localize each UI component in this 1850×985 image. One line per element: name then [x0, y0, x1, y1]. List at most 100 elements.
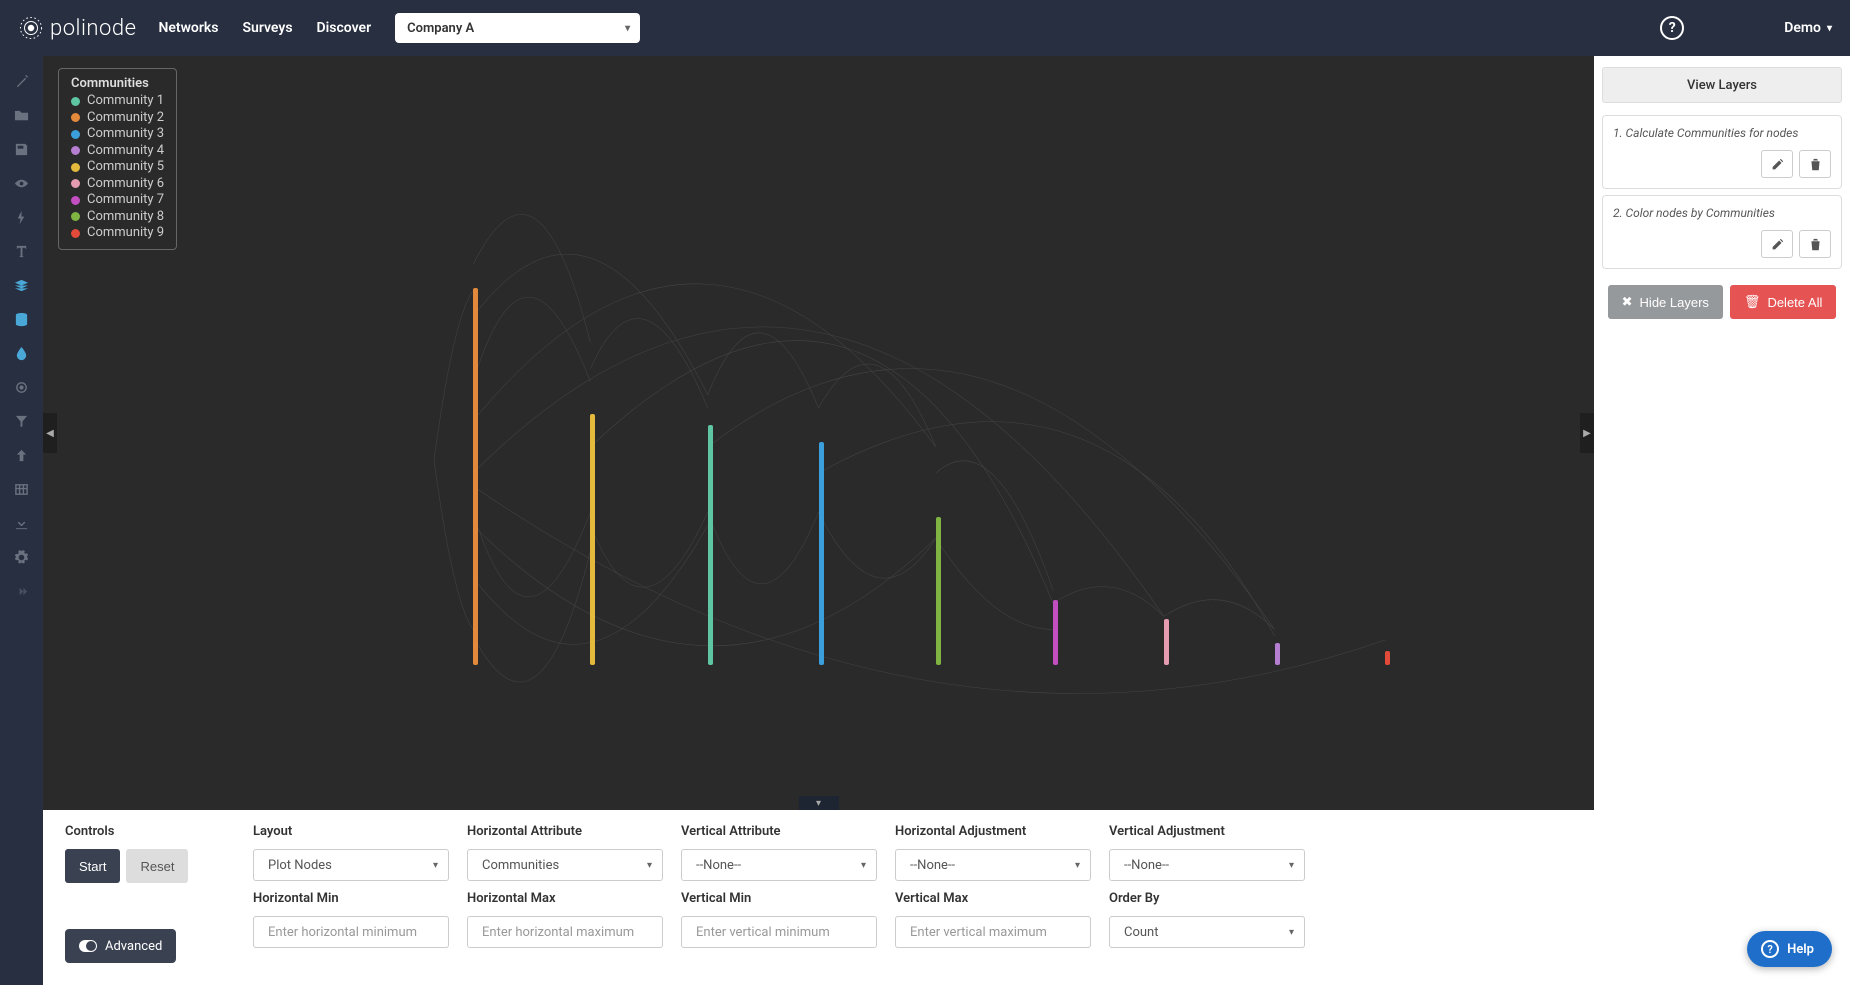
order-by-select[interactable]: Count — [1109, 916, 1305, 948]
expand-bottom-handle[interactable]: ▾ — [799, 796, 839, 810]
h-max-input[interactable]: Enter horizontal maximum — [467, 916, 663, 948]
nav-discover[interactable]: Discover — [317, 20, 372, 36]
delete-layer-button[interactable] — [1799, 230, 1831, 258]
legend-item[interactable]: Community 9 — [71, 225, 164, 242]
edit-layer-button[interactable] — [1761, 230, 1793, 258]
legend-dot-icon — [71, 146, 80, 155]
trash-icon: 🗑 — [1744, 294, 1761, 310]
community-bar[interactable] — [1275, 643, 1280, 665]
community-bar[interactable] — [819, 442, 824, 664]
edit-layer-button[interactable] — [1761, 150, 1793, 178]
help-widget[interactable]: ? Help — [1747, 931, 1832, 967]
legend-item[interactable]: Community 5 — [71, 159, 164, 176]
chevron-down-icon: ▾ — [1827, 23, 1832, 34]
layers-icon[interactable] — [0, 268, 43, 302]
v-attr-select[interactable]: --None-- — [681, 849, 877, 881]
drop-icon[interactable] — [0, 336, 43, 370]
community-bar[interactable] — [936, 517, 941, 665]
legend-dot-icon — [71, 179, 80, 188]
legend-dot-icon — [71, 163, 80, 172]
legend-item[interactable]: Community 3 — [71, 126, 164, 143]
wand-icon[interactable] — [0, 64, 43, 98]
start-button[interactable]: Start — [65, 849, 120, 883]
gear-icon[interactable] — [0, 540, 43, 574]
expand-right-handle[interactable]: ▶ — [1580, 413, 1594, 453]
nav-networks[interactable]: Networks — [158, 20, 218, 36]
layer-title: 2. Color nodes by Communities — [1613, 206, 1831, 220]
layer-title: 1. Calculate Communities for nodes — [1613, 126, 1831, 140]
bolt-icon[interactable] — [0, 200, 43, 234]
h-adj-select[interactable]: --None-- — [895, 849, 1091, 881]
network-plot — [43, 56, 1594, 786]
hide-layers-button[interactable]: ✖ Hide Layers — [1608, 285, 1723, 319]
legend-item[interactable]: Community 6 — [71, 176, 164, 193]
legend-item[interactable]: Community 1 — [71, 93, 164, 110]
legend-item[interactable]: Community 7 — [71, 192, 164, 209]
table-icon[interactable] — [0, 472, 43, 506]
legend-item[interactable]: Community 8 — [71, 209, 164, 226]
controls-panel: Controls Start Reset Advanced Layout Plo… — [43, 810, 1594, 985]
community-bar[interactable] — [1164, 619, 1169, 665]
delete-all-button[interactable]: 🗑 Delete All — [1730, 285, 1836, 319]
controls-label: Controls — [65, 824, 235, 839]
delete-layer-button[interactable] — [1799, 150, 1831, 178]
filter-icon[interactable] — [0, 404, 43, 438]
legend-dot-icon — [71, 97, 80, 106]
pencil-icon — [1771, 158, 1784, 171]
topnav-links: Networks Surveys Discover — [158, 20, 371, 36]
folder-icon[interactable] — [0, 98, 43, 132]
left-sidebar — [0, 56, 43, 985]
advanced-toggle[interactable]: Advanced — [65, 929, 176, 963]
v-min-input[interactable]: Enter vertical minimum — [681, 916, 877, 948]
logo-icon — [18, 15, 44, 41]
download-icon[interactable] — [0, 506, 43, 540]
collapse-icon[interactable] — [0, 574, 43, 608]
h-min-input[interactable]: Enter horizontal minimum — [253, 916, 449, 948]
save-icon[interactable] — [0, 132, 43, 166]
up-arrow-icon[interactable] — [0, 438, 43, 472]
view-layers-header: View Layers — [1602, 67, 1842, 103]
v-max-input[interactable]: Enter vertical maximum — [895, 916, 1091, 948]
community-bar[interactable] — [1053, 600, 1058, 665]
expand-left-handle[interactable]: ◀ — [43, 413, 57, 453]
network-dropdown-value: Company A — [407, 21, 474, 36]
network-dropdown[interactable]: Company A — [395, 13, 640, 43]
legend-panel: Communities Community 1Community 2Commun… — [58, 68, 177, 250]
reset-button[interactable]: Reset — [126, 849, 188, 883]
text-icon[interactable] — [0, 234, 43, 268]
community-bar[interactable] — [590, 414, 595, 664]
target-icon[interactable] — [0, 370, 43, 404]
community-bar[interactable] — [473, 288, 478, 665]
pencil-icon — [1771, 238, 1784, 251]
eye-icon[interactable] — [0, 166, 43, 200]
v-adj-select[interactable]: --None-- — [1109, 849, 1305, 881]
legend-dot-icon — [71, 196, 80, 205]
layer-card: 1. Calculate Communities for nodes — [1602, 115, 1842, 189]
user-menu[interactable]: Demo ▾ — [1784, 20, 1832, 36]
close-circle-icon: ✖ — [1622, 294, 1633, 310]
trash-icon — [1809, 238, 1822, 251]
legend-dot-icon — [71, 212, 80, 221]
topnav: polinode Networks Surveys Discover Compa… — [0, 0, 1850, 56]
logo-text: polinode — [50, 16, 136, 41]
layout-select[interactable]: Plot Nodes — [253, 849, 449, 881]
legend-title: Communities — [71, 76, 164, 91]
help-question-icon: ? — [1761, 940, 1779, 958]
community-bar[interactable] — [1385, 651, 1390, 664]
help-icon[interactable]: ? — [1660, 16, 1684, 40]
legend-dot-icon — [71, 130, 80, 139]
logo[interactable]: polinode — [18, 15, 136, 41]
nav-surveys[interactable]: Surveys — [242, 20, 292, 36]
toggle-icon — [79, 940, 97, 952]
right-panel: View Layers 1. Calculate Communities for… — [1594, 56, 1850, 985]
network-canvas[interactable]: Communities Community 1Community 2Commun… — [43, 56, 1594, 810]
community-bar[interactable] — [708, 425, 713, 665]
layer-card: 2. Color nodes by Communities — [1602, 195, 1842, 269]
trash-icon — [1809, 158, 1822, 171]
legend-dot-icon — [71, 113, 80, 122]
legend-item[interactable]: Community 4 — [71, 143, 164, 160]
database-icon[interactable] — [0, 302, 43, 336]
legend-item[interactable]: Community 2 — [71, 110, 164, 127]
h-attr-select[interactable]: Communities — [467, 849, 663, 881]
legend-dot-icon — [71, 229, 80, 238]
